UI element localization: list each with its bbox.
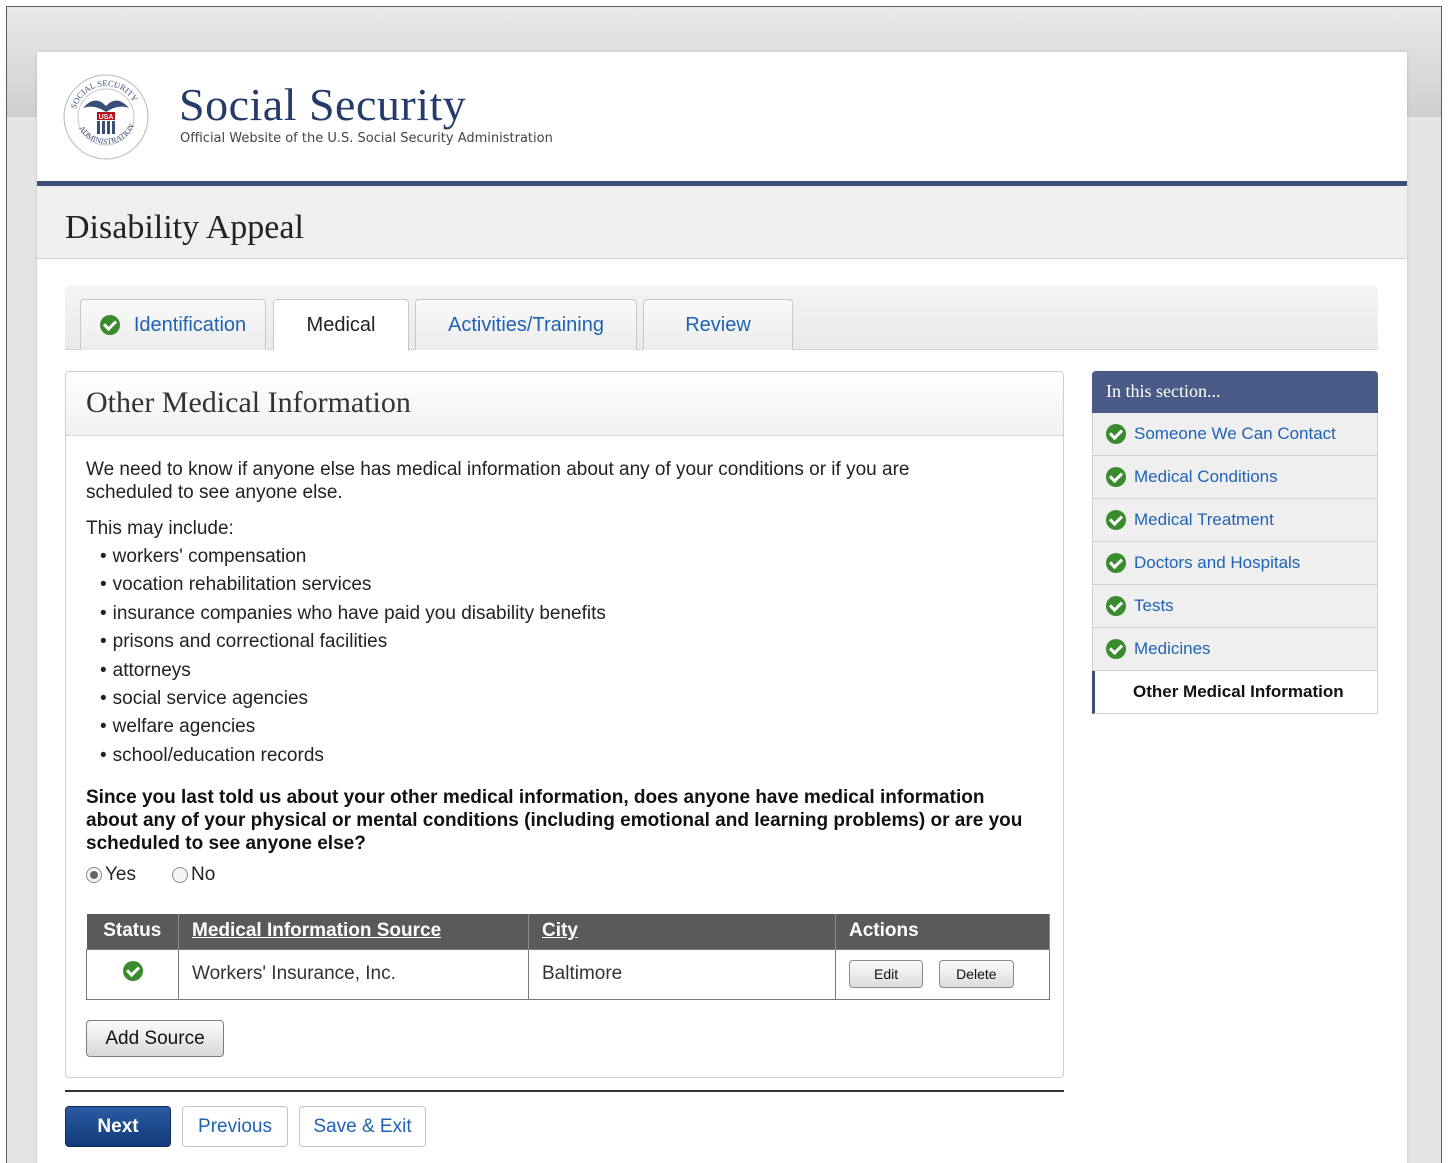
list-item: welfare agencies — [100, 715, 606, 743]
check-icon — [1106, 639, 1126, 659]
city-cell: Baltimore — [528, 948, 836, 1000]
sidebar-title: In this section... — [1092, 371, 1378, 413]
browser-viewport: USA SOCIAL SECURITY ADMINISTRATION Socia… — [6, 6, 1442, 1163]
save-exit-button[interactable]: Save & Exit — [299, 1106, 426, 1147]
add-source-button[interactable]: Add Source — [86, 1020, 224, 1057]
check-icon — [1106, 467, 1126, 487]
ssa-seal-logo: USA SOCIAL SECURITY ADMINISTRATION — [63, 74, 149, 160]
question-text: Since you last told us about your other … — [86, 787, 1023, 854]
radio-label: No — [191, 864, 216, 885]
page-title: Disability Appeal — [65, 209, 304, 246]
footer-divider — [65, 1090, 1064, 1092]
sidebar-item-label: Doctors and Hospitals — [1134, 553, 1301, 572]
column-header-city[interactable]: City — [528, 914, 836, 949]
next-button[interactable]: Next — [65, 1106, 171, 1147]
column-header-source[interactable]: Medical Information Source — [178, 914, 529, 949]
site-subtitle: Official Website of the U.S. Social Secu… — [180, 131, 553, 146]
sidebar-item-medicines[interactable]: Medicines — [1092, 628, 1378, 671]
tab-review[interactable]: Review — [643, 299, 793, 350]
table-header-row: Status Medical Information Source City A… — [86, 914, 1050, 949]
page-container: USA SOCIAL SECURITY ADMINISTRATION Socia… — [37, 52, 1407, 1163]
check-icon — [122, 961, 143, 981]
radio-button-selected[interactable] — [86, 867, 102, 883]
sidebar-item-someone-we-can-contact[interactable]: Someone We Can Contact — [1092, 413, 1378, 456]
sidebar-item-label: Tests — [1134, 596, 1174, 615]
svg-text:USA: USA — [99, 114, 114, 121]
edit-button[interactable]: Edit — [849, 960, 924, 988]
previous-button[interactable]: Previous — [182, 1106, 288, 1147]
check-icon — [99, 315, 120, 335]
sidebar-item-label: Medical Treatment — [1134, 510, 1274, 529]
section-sidebar: In this section... Someone We Can Contac… — [1092, 371, 1378, 714]
list-item: prisons and correctional facilities — [100, 630, 606, 658]
check-icon — [1106, 424, 1126, 444]
tab-label: Medical — [306, 314, 376, 336]
sidebar-item-tests[interactable]: Tests — [1092, 585, 1378, 628]
sidebar-item-medical-conditions[interactable]: Medical Conditions — [1092, 456, 1378, 499]
check-icon — [1106, 510, 1126, 530]
radio-no[interactable]: No — [172, 864, 215, 886]
tab-label: Identification — [133, 313, 247, 336]
sort-link[interactable]: City — [542, 920, 578, 941]
delete-button[interactable]: Delete — [939, 960, 1014, 988]
sidebar-item-label: Medicines — [1134, 639, 1211, 658]
check-icon — [1106, 596, 1126, 616]
panel-title: Other Medical Information — [86, 386, 411, 419]
tab-medical[interactable]: Medical — [273, 299, 409, 351]
medical-sources-table: Status Medical Information Source City A… — [86, 914, 1050, 1000]
panel-header: Other Medical Information — [66, 372, 1063, 436]
tab-label: Review — [685, 313, 751, 336]
site-title[interactable]: Social Security — [179, 78, 466, 131]
check-icon — [1106, 553, 1126, 573]
radio-yes[interactable]: Yes — [86, 864, 136, 886]
tab-label: Activities/Training — [448, 313, 604, 336]
status-cell — [86, 948, 179, 1000]
sidebar-item-label: Other Medical Information — [1133, 682, 1344, 701]
column-header-actions: Actions — [835, 914, 1050, 949]
list-item: vocation rehabilitation services — [100, 573, 606, 601]
tab-activities-training[interactable]: Activities/Training — [415, 299, 637, 350]
other-medical-info-panel: Other Medical Information We need to kno… — [65, 371, 1064, 1078]
actions-cell: Edit Delete — [835, 948, 1050, 1000]
sidebar-item-label: Someone We Can Contact — [1134, 424, 1336, 443]
radio-button[interactable] — [172, 867, 188, 883]
answer-radio-group: Yes No — [86, 864, 251, 886]
list-item: insurance companies who have paid you di… — [100, 602, 606, 630]
sort-link[interactable]: Medical Information Source — [192, 920, 441, 941]
list-item: social service agencies — [100, 687, 606, 715]
intro-text: We need to know if anyone else has medic… — [86, 459, 910, 503]
source-cell: Workers' Insurance, Inc. — [178, 948, 529, 1000]
source-examples-list: workers' compensation vocation rehabilit… — [100, 545, 606, 772]
list-item: attorneys — [100, 659, 606, 687]
sidebar-item-doctors-and-hospitals[interactable]: Doctors and Hospitals — [1092, 542, 1378, 585]
radio-label: Yes — [105, 864, 136, 885]
sidebar-item-other-medical-information: Other Medical Information — [1092, 671, 1378, 714]
column-header-status: Status — [86, 914, 179, 949]
list-item: school/education records — [100, 744, 606, 772]
list-item: workers' compensation — [100, 545, 606, 573]
tab-identification[interactable]: Identification — [80, 299, 266, 350]
may-include-label: This may include: — [86, 518, 234, 539]
site-header: USA SOCIAL SECURITY ADMINISTRATION Socia… — [37, 52, 1407, 182]
sidebar-item-medical-treatment[interactable]: Medical Treatment — [1092, 499, 1378, 542]
sidebar-item-label: Medical Conditions — [1134, 467, 1278, 486]
table-row: Workers' Insurance, Inc. Baltimore Edit D… — [86, 948, 1050, 1000]
